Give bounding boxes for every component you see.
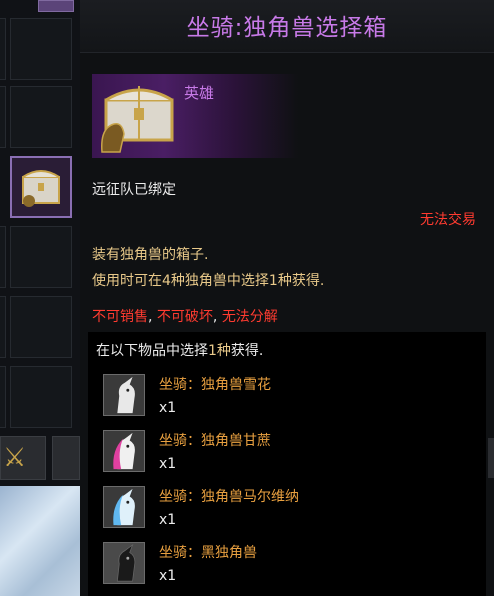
inventory-slot[interactable] — [10, 18, 72, 80]
restriction-unsellable: 不可销售 — [92, 309, 148, 325]
choice-item[interactable]: 坐骑：独角兽雪花 x1 — [103, 372, 483, 426]
item-quantity: x1 — [159, 568, 177, 584]
choice-prefix: 在以下物品中选择 — [96, 343, 208, 359]
inventory-slot-selected[interactable] — [10, 156, 72, 218]
item-name: 坐骑：独角兽甘蔗 — [159, 433, 271, 449]
choice-item[interactable]: 坐骑：独角兽马尔维纳 x1 — [103, 484, 483, 538]
choice-item[interactable]: 坐骑：独角兽甘蔗 x1 — [103, 428, 483, 482]
restriction-list: 不可销售, 不可破坏, 无法分解 — [92, 306, 278, 326]
inventory-slot[interactable] — [10, 226, 72, 288]
item-description: 装有独角兽的箱子. — [92, 247, 209, 263]
item-quantity: x1 — [159, 512, 177, 528]
item-quantity: x1 — [159, 456, 177, 472]
inventory-slot[interactable] — [0, 226, 6, 288]
inventory-slot[interactable] — [10, 86, 72, 148]
item-grade: 英雄 — [184, 84, 215, 102]
item-tooltip: 坐骑:独角兽选择箱 英雄 远征队已绑定 无法交易 装有独角兽的箱子. 使用时可在… — [80, 0, 494, 596]
separator: , — [148, 309, 157, 325]
inventory-panel: ⚔ — [0, 0, 80, 596]
item-usage: 使用时可在4种独角兽中选择1种获得. — [92, 273, 325, 289]
inventory-slot[interactable] — [0, 296, 6, 358]
white-unicorn-icon — [103, 374, 145, 416]
black-unicorn-icon — [103, 542, 145, 584]
inventory-slot-top[interactable] — [38, 0, 74, 12]
inventory-slot[interactable] — [10, 296, 72, 358]
inventory-slot[interactable] — [0, 86, 6, 148]
sword-icon: ⚔ — [3, 443, 27, 473]
inventory-slot[interactable] — [0, 18, 6, 80]
item-name: 坐骑：独角兽雪花 — [159, 377, 271, 393]
item-name: 坐骑：黑独角兽 — [159, 545, 257, 561]
background-scenery — [0, 486, 80, 596]
restriction-no-disassemble: 无法分解 — [221, 309, 278, 325]
tooltip-title-bar: 坐骑:独角兽选择箱 — [80, 0, 494, 53]
choice-list: 在以下物品中选择1种获得. 坐骑：独角兽雪花 x1 坐骑：独角兽甘蔗 x1 坐骑… — [88, 332, 486, 596]
item-quantity: x1 — [159, 400, 177, 416]
chest-icon — [22, 170, 60, 207]
restriction-indestructible: 不可破坏 — [156, 309, 213, 325]
separator: , — [212, 309, 222, 325]
choice-suffix: 获得. — [230, 343, 264, 359]
item-name: 坐骑：独角兽马尔维纳 — [159, 489, 299, 505]
hotbar-slot[interactable] — [52, 436, 80, 480]
choice-count: 1种 — [208, 343, 231, 359]
hotbar-slot-edge[interactable] — [488, 438, 494, 478]
binding-status: 远征队已绑定 — [92, 182, 176, 198]
choice-item[interactable]: 坐骑：黑独角兽 x1 — [103, 540, 483, 594]
chest-icon — [101, 86, 174, 153]
inventory-slot[interactable] — [10, 366, 72, 428]
pink-unicorn-icon — [103, 430, 145, 472]
inventory-slot[interactable] — [0, 366, 6, 428]
choice-header: 在以下物品中选择1种获得. — [96, 340, 263, 360]
item-title: 坐骑:独角兽选择箱 — [186, 15, 388, 41]
blue-unicorn-icon — [103, 486, 145, 528]
trade-status: 无法交易 — [420, 212, 476, 228]
hotbar-slot[interactable]: ⚔ — [0, 436, 46, 480]
